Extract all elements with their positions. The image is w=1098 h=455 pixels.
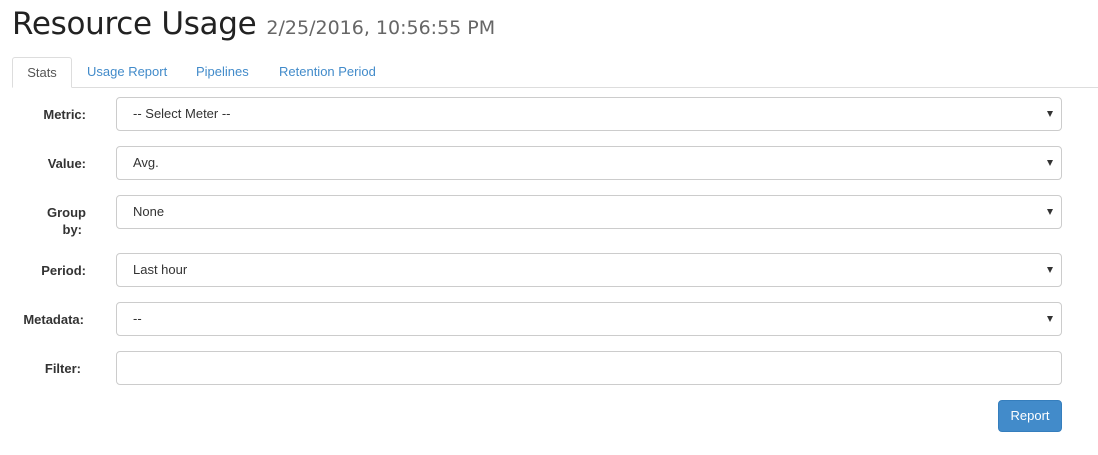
- page-title: Resource Usage: [12, 6, 257, 42]
- metric-label: Metric:: [43, 107, 86, 122]
- resource-usage-page: Resource Usage 2/25/2016, 10:56:55 PM St…: [0, 0, 1098, 455]
- metric-select[interactable]: -- Select Meter --: [116, 97, 1062, 131]
- group-by-label-line2: by:: [62, 222, 83, 237]
- caret-down-icon: [1047, 111, 1053, 117]
- period-select[interactable]: Last hour: [116, 253, 1062, 287]
- period-select-value: Last hour: [133, 262, 188, 277]
- report-button[interactable]: Report: [998, 400, 1062, 432]
- caret-down-icon: [1047, 267, 1053, 273]
- page-timestamp: 2/25/2016, 10:56:55 PM: [266, 17, 496, 39]
- group-by-select-value: None: [133, 204, 165, 219]
- caret-down-icon: [1047, 209, 1053, 215]
- tab-retention-period[interactable]: Retention Period: [279, 57, 376, 87]
- metric-select-value: -- Select Meter --: [133, 106, 231, 121]
- tab-stats[interactable]: Stats: [12, 57, 72, 88]
- metadata-label: Metadata:: [23, 312, 84, 327]
- caret-down-icon: [1047, 160, 1053, 166]
- value-select[interactable]: Avg.: [116, 146, 1062, 180]
- filter-input[interactable]: [116, 351, 1062, 385]
- page-header: Resource Usage 2/25/2016, 10:56:55 PM: [12, 6, 495, 42]
- tab-pipelines[interactable]: Pipelines: [196, 57, 249, 87]
- caret-down-icon: [1047, 316, 1053, 322]
- tab-usage-report[interactable]: Usage Report: [87, 57, 167, 87]
- period-label: Period:: [41, 263, 86, 278]
- metadata-select[interactable]: --: [116, 302, 1062, 336]
- group-by-label-line1: Group: [47, 205, 86, 220]
- tab-bar: Stats Usage Report Pipelines Retention P…: [12, 57, 1098, 88]
- filter-label: Filter:: [44, 361, 81, 376]
- group-by-select[interactable]: None: [116, 195, 1062, 229]
- value-select-value: Avg.: [133, 155, 159, 170]
- group-by-label: Group by:: [0, 204, 86, 238]
- metadata-select-value: --: [133, 311, 142, 326]
- value-label: Value:: [47, 156, 86, 171]
